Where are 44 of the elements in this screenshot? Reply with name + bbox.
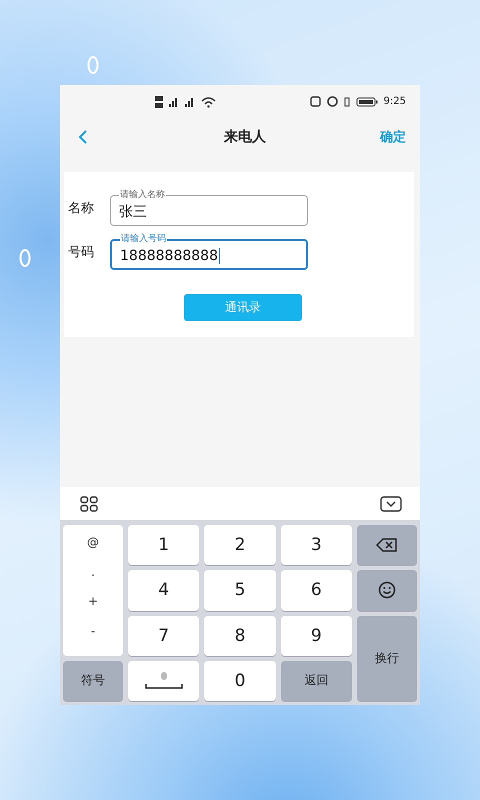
symbols-key[interactable]: 符号 — [63, 660, 123, 701]
back-icon[interactable] — [78, 128, 88, 144]
digit-key[interactable]: 7 — [128, 616, 200, 656]
digit-key[interactable]: 4 — [128, 570, 200, 610]
digit-key[interactable]: 1 — [128, 525, 200, 566]
signal-icon — [185, 96, 195, 106]
digit-key[interactable]: 8 — [204, 616, 276, 656]
smiley-icon — [378, 581, 396, 600]
input-field[interactable]: 请输入名称 张三 — [110, 190, 308, 226]
field-legend: 请输入名称 — [119, 190, 166, 201]
screen-title: 来电人 — [224, 128, 266, 146]
symbol-key[interactable]: . — [91, 564, 95, 579]
digit-key[interactable]: 0 — [204, 660, 276, 701]
digit-key[interactable]: 5 — [204, 570, 276, 610]
grid-icon[interactable] — [80, 496, 98, 512]
space-key[interactable] — [128, 660, 200, 701]
alarm-icon — [326, 96, 338, 107]
field-legend: 请输入号码 — [120, 234, 167, 245]
input-field[interactable]: 请输入号码 18888888888 — [110, 234, 308, 270]
field-label: 号码 — [68, 244, 95, 261]
return-key[interactable]: 返回 — [280, 660, 352, 701]
symbol-key[interactable]: - — [90, 624, 96, 638]
nfc-icon — [310, 96, 321, 107]
backspace-key[interactable] — [357, 525, 417, 566]
symbol-key[interactable]: @ — [87, 534, 99, 549]
field-label: 名称 — [68, 200, 95, 217]
digit-key[interactable]: 2 — [204, 525, 276, 566]
ring-icon — [19, 248, 31, 268]
digit-key[interactable]: 6 — [280, 570, 352, 610]
sim-icon — [155, 94, 163, 108]
keyboard-hide-icon[interactable] — [380, 496, 402, 512]
status-time: 9:25 — [384, 96, 406, 107]
wifi-icon — [201, 96, 216, 108]
ring-icon — [87, 55, 99, 75]
microphone-space-icon — [144, 670, 184, 691]
enter-key[interactable]: 换行 — [357, 616, 417, 701]
emoji-key[interactable] — [357, 570, 417, 610]
symbol-key[interactable]: + — [88, 594, 98, 608]
vibrate-icon — [344, 96, 350, 106]
backspace-icon — [376, 538, 398, 552]
battery-icon — [356, 96, 378, 106]
digit-key[interactable]: 9 — [280, 616, 352, 656]
digit-key[interactable]: 3 — [280, 525, 352, 566]
signal-icon — [169, 96, 179, 106]
